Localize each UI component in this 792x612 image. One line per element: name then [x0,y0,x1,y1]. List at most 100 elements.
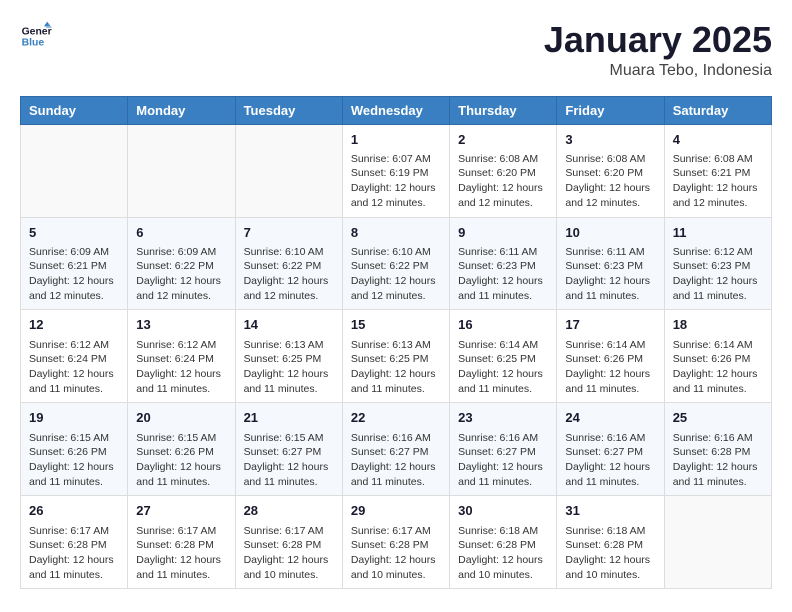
day-number: 30 [458,502,548,520]
calendar-cell: 12Sunrise: 6:12 AMSunset: 6:24 PMDayligh… [21,310,128,403]
day-number: 29 [351,502,441,520]
day-info: Sunrise: 6:15 AMSunset: 6:27 PMDaylight:… [244,431,334,490]
day-number: 11 [673,224,763,242]
calendar-cell [235,124,342,217]
day-number: 22 [351,409,441,427]
calendar-cell: 20 Sunrise: 6:15 AMSunset: 6:26 PMDayligh… [128,403,235,496]
day-info: Sunrise: 6:13 AMSunset: 6:25 PMDaylight:… [351,338,441,397]
day-info: Sunrise: 6:16 AMSunset: 6:28 PMDaylight:… [673,431,763,490]
calendar-cell [21,124,128,217]
calendar-cell: 21 Sunrise: 6:15 AMSunset: 6:27 PMDayligh… [235,403,342,496]
calendar-cell: 10 Sunrise: 6:11 AMSunset: 6:23 PMDayligh… [557,217,664,310]
calendar-cell: 26Sunrise: 6:17 AMSunset: 6:28 PMDayligh… [21,496,128,589]
day-info: Sunrise: 6:12 AMSunset: 6:23 PMDaylight:… [673,245,763,304]
day-info: Sunrise: 6:10 AMSunset: 6:22 PMDaylight:… [351,245,441,304]
day-info: Sunrise: 6:15 AMSunset: 6:26 PMDaylight:… [29,431,119,490]
day-info: Sunrise: 6:07 AMSunset: 6:19 PMDaylight:… [351,152,441,211]
month-title: January 2025 [544,20,772,60]
calendar-cell: 18 Sunrise: 6:14 AMSunset: 6:26 PMDayligh… [664,310,771,403]
day-info: Sunrise: 6:17 AMSunset: 6:28 PMDaylight:… [136,524,226,583]
day-number: 10 [565,224,655,242]
day-number: 20 [136,409,226,427]
calendar-cell: 29 Sunrise: 6:17 AMSunset: 6:28 PMDayligh… [342,496,449,589]
day-number: 18 [673,316,763,334]
day-number: 6 [136,224,226,242]
weekday-header-wednesday: Wednesday [342,96,449,124]
calendar-cell [664,496,771,589]
day-number: 24 [565,409,655,427]
calendar-cell: 25 Sunrise: 6:16 AMSunset: 6:28 PMDayligh… [664,403,771,496]
day-number: 14 [244,316,334,334]
day-info: Sunrise: 6:17 AMSunset: 6:28 PMDaylight:… [244,524,334,583]
day-number: 23 [458,409,548,427]
day-info: Sunrise: 6:11 AMSunset: 6:23 PMDaylight:… [458,245,548,304]
day-info: Sunrise: 6:08 AMSunset: 6:20 PMDaylight:… [565,152,655,211]
calendar-cell: 4Sunrise: 6:08 AMSunset: 6:21 PMDaylight… [664,124,771,217]
day-info: Sunrise: 6:16 AMSunset: 6:27 PMDaylight:… [351,431,441,490]
day-info: Sunrise: 6:09 AMSunset: 6:21 PMDaylight:… [29,245,119,304]
calendar-cell: 3 Sunrise: 6:08 AMSunset: 6:20 PMDaylight… [557,124,664,217]
day-number: 3 [565,131,655,149]
day-info: Sunrise: 6:10 AMSunset: 6:22 PMDaylight:… [244,245,334,304]
day-number: 19 [29,409,119,427]
day-info: Sunrise: 6:08 AMSunset: 6:20 PMDaylight:… [458,152,548,211]
calendar-week-5: 26Sunrise: 6:17 AMSunset: 6:28 PMDayligh… [21,496,772,589]
weekday-header-friday: Friday [557,96,664,124]
calendar-cell: 16Sunrise: 6:14 AMSunset: 6:25 PMDayligh… [450,310,557,403]
calendar-table: SundayMondayTuesdayWednesdayThursdayFrid… [20,96,772,590]
weekday-header-thursday: Thursday [450,96,557,124]
day-number: 28 [244,502,334,520]
calendar-cell: 17Sunrise: 6:14 AMSunset: 6:26 PMDayligh… [557,310,664,403]
day-number: 15 [351,316,441,334]
day-info: Sunrise: 6:14 AMSunset: 6:26 PMDaylight:… [673,338,763,397]
day-info: Sunrise: 6:09 AMSunset: 6:22 PMDaylight:… [136,245,226,304]
day-number: 7 [244,224,334,242]
day-number: 1 [351,131,441,149]
day-number: 21 [244,409,334,427]
location: Muara Tebo, Indonesia [544,62,772,80]
day-number: 9 [458,224,548,242]
day-info: Sunrise: 6:18 AMSunset: 6:28 PMDaylight:… [458,524,548,583]
calendar-cell: 1 Sunrise: 6:07 AMSunset: 6:19 PMDaylight… [342,124,449,217]
day-info: Sunrise: 6:16 AMSunset: 6:27 PMDaylight:… [458,431,548,490]
weekday-header-sunday: Sunday [21,96,128,124]
day-number: 12 [29,316,119,334]
logo-icon: General Blue [20,20,52,52]
calendar-cell: 8 Sunrise: 6:10 AMSunset: 6:22 PMDaylight… [342,217,449,310]
weekday-header-monday: Monday [128,96,235,124]
day-info: Sunrise: 6:11 AMSunset: 6:23 PMDaylight:… [565,245,655,304]
calendar-cell: 30 Sunrise: 6:18 AMSunset: 6:28 PMDayligh… [450,496,557,589]
calendar-cell: 27Sunrise: 6:17 AMSunset: 6:28 PMDayligh… [128,496,235,589]
page-header: General Blue January 2025 Muara Tebo, In… [20,20,772,80]
day-info: Sunrise: 6:14 AMSunset: 6:25 PMDaylight:… [458,338,548,397]
day-info: Sunrise: 6:15 AMSunset: 6:26 PMDaylight:… [136,431,226,490]
calendar-week-3: 12 Sunrise: 6:12 AMSunset: 6:24 PMDayligh… [21,310,772,403]
calendar-cell: 31Sunrise: 6:18 AMSunset: 6:28 PMDayligh… [557,496,664,589]
calendar-cell: 15 Sunrise: 6:13 AMSunset: 6:25 PMDayligh… [342,310,449,403]
svg-text:General: General [22,26,52,37]
day-info: Sunrise: 6:17 AMSunset: 6:28 PMDaylight:… [351,524,441,583]
calendar-cell: 14 Sunrise: 6:13 AMSunset: 6:25 PMDayligh… [235,310,342,403]
weekday-header-row: SundayMondayTuesdayWednesdayThursdayFrid… [21,96,772,124]
calendar-week-4: 19 Sunrise: 6:15 AMSunset: 6:26 PMDayligh… [21,403,772,496]
day-number: 2 [458,131,548,149]
calendar-cell: 9 Sunrise: 6:11 AMSunset: 6:23 PMDaylight… [450,217,557,310]
calendar-cell: 22 Sunrise: 6:16 AMSunset: 6:27 PMDayligh… [342,403,449,496]
weekday-header-saturday: Saturday [664,96,771,124]
day-number: 8 [351,224,441,242]
day-info: Sunrise: 6:16 AMSunset: 6:27 PMDaylight:… [565,431,655,490]
day-number: 5 [29,224,119,242]
calendar-cell: 13Sunrise: 6:12 AMSunset: 6:24 PMDayligh… [128,310,235,403]
calendar-week-2: 5 Sunrise: 6:09 AMSunset: 6:21 PMDaylight… [21,217,772,310]
day-number: 4 [673,131,763,149]
calendar-cell [128,124,235,217]
day-info: Sunrise: 6:13 AMSunset: 6:25 PMDaylight:… [244,338,334,397]
calendar-cell: 19 Sunrise: 6:15 AMSunset: 6:26 PMDayligh… [21,403,128,496]
day-info: Sunrise: 6:12 AMSunset: 6:24 PMDaylight:… [136,338,226,397]
day-info: Sunrise: 6:14 AMSunset: 6:26 PMDaylight:… [565,338,655,397]
title-area: January 2025 Muara Tebo, Indonesia [544,20,772,80]
calendar-cell: 2 Sunrise: 6:08 AMSunset: 6:20 PMDaylight… [450,124,557,217]
day-info: Sunrise: 6:17 AMSunset: 6:28 PMDaylight:… [29,524,119,583]
day-info: Sunrise: 6:18 AMSunset: 6:28 PMDaylight:… [565,524,655,583]
day-number: 25 [673,409,763,427]
